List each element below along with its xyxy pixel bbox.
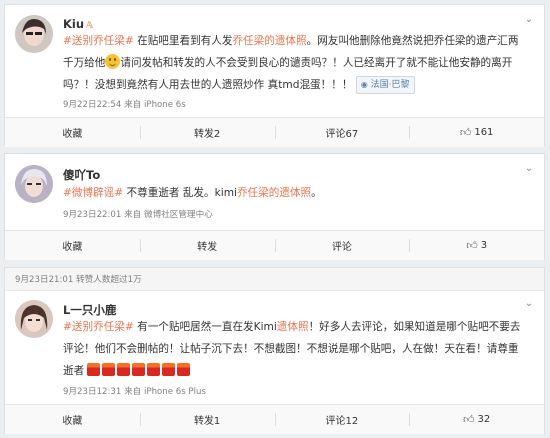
- favorite-label: 收藏: [62, 129, 83, 140]
- repost-button[interactable]: 转发2: [139, 118, 275, 147]
- favorite-label: 收藏: [62, 416, 83, 427]
- keyword-link-2[interactable]: 遗体照: [275, 35, 307, 47]
- post-meta: 9月22日22:54 来自 iPhone 6s: [63, 100, 186, 110]
- like-count: 32: [477, 414, 491, 425]
- favorite-button[interactable]: 收藏: [5, 231, 140, 260]
- hot-post-info: 9月23日21:01 转赞人数超过1万: [15, 275, 142, 285]
- smile-emoji-icon: [105, 54, 121, 69]
- text-segment: ！好多人去评论，如果知道是哪个贴吧不要去: [308, 321, 521, 333]
- location-label: 法国·巴黎: [370, 80, 410, 90]
- comment-button[interactable]: 评论: [274, 231, 410, 260]
- avatar-image: [15, 15, 53, 53]
- repost-button[interactable]: 转发1: [139, 405, 275, 434]
- thumbs-up-icon: 👍︎: [463, 413, 475, 426]
- repost-label: 转发2: [193, 129, 221, 140]
- topic-tag[interactable]: #送别乔任梁#: [63, 321, 134, 333]
- favorite-button[interactable]: 收藏: [5, 405, 140, 434]
- repost-label: 转发1: [193, 416, 221, 427]
- repost-label: 转发: [197, 242, 218, 253]
- hot-post-header: 9月23日21:01 转赞人数超过1万: [5, 268, 544, 291]
- like-button[interactable]: 👍︎ 32: [409, 405, 544, 434]
- post-text: #送别乔任梁# 在贴吧里看到有人发乔任梁的遗体照。网友叫他删除他竟然说把乔任梁的…: [63, 30, 537, 96]
- text-segment: 不尊重逝者 乱发。kimi: [123, 187, 237, 199]
- text-segment: 在贴吧里看到有人发: [133, 35, 233, 47]
- text-segment: 千万给他: [63, 57, 106, 69]
- post-meta: 9月23日22:01 来自 微博社区管理中心: [63, 210, 213, 220]
- like-count: 3: [480, 240, 488, 251]
- post-line-3: 吗？！没想到竟然有人用去世的人遗照炒作 真tmd混蛋！！！ ◉ 法国·巴黎: [63, 74, 537, 96]
- candle-icon: [162, 363, 176, 376]
- avatar[interactable]: [15, 300, 53, 338]
- post-line-1: #送别乔任梁# 在贴吧里看到有人发乔任梁的遗体照。网友叫他删除他竟然说把乔任梁的…: [63, 30, 537, 52]
- repost-button[interactable]: 转发: [139, 231, 275, 260]
- candle-icon: [117, 363, 131, 376]
- candle-icon: [147, 363, 161, 376]
- post-meta: 9月23日12:31 来自 iPhone 6s Plus: [63, 387, 206, 397]
- post-line-2: 千万给他 请问发帖和转发的人不会受到良心的谴责吗？！人已经离开了就不能让他安静的离…: [63, 52, 537, 74]
- chevron-down-icon[interactable]: ⌄: [522, 164, 536, 174]
- topic-tag[interactable]: #微博辟谣#: [63, 187, 123, 199]
- action-bar: 收藏 转发2 评论67 👍︎ 161: [5, 117, 544, 147]
- location-pin-icon: ◉: [360, 80, 368, 89]
- favorite-button[interactable]: 收藏: [5, 118, 140, 147]
- like-button[interactable]: 👍︎ 161: [409, 118, 544, 147]
- candle-emoji-group: [87, 363, 192, 377]
- comment-label: 评论: [331, 242, 352, 253]
- chevron-down-icon[interactable]: ⌄: [522, 15, 536, 25]
- comment-label: 评论12: [325, 416, 359, 427]
- favorite-label: 收藏: [62, 242, 83, 253]
- candle-icon: [177, 363, 191, 376]
- thumbs-up-icon: 👍︎: [466, 239, 478, 252]
- thumbs-up-icon: 👍︎: [459, 126, 472, 139]
- post-text: #微博辟谣# 不尊重逝者 乱发。kimi乔任梁的遗体照。: [63, 182, 537, 204]
- candle-icon: [87, 363, 101, 376]
- like-button[interactable]: 👍︎ 3: [409, 231, 544, 260]
- post-text: #送别乔任梁# 有一个贴吧居然一直在发Kimi遗体照！好多人去评论，如果知道是哪…: [63, 316, 537, 382]
- post-line-2: 评论！他们不会删帖的！让帖子沉下去！不想截图！不想说是哪个贴吧，人在做！天在看！…: [63, 343, 519, 355]
- weibo-post-3: 9月23日21:01 转赞人数超过1万 ⌄ L一只小鹿 #送别乔任梁# 有一个贴…: [4, 267, 545, 434]
- topic-tag[interactable]: #送别乔任梁#: [63, 35, 134, 47]
- post-line-3: 逝者: [63, 360, 537, 382]
- text-segment: 有一个贴吧居然一直在发Kimi: [133, 321, 277, 333]
- candle-icon: [102, 363, 116, 376]
- location-tag[interactable]: ◉ 法国·巴黎: [355, 76, 415, 94]
- action-bar: 收藏 转发1 评论12 👍︎ 32: [5, 404, 544, 434]
- text-segment: 吗？！没想到竟然有人用去世的人遗照炒作 真tmd混蛋！！！: [63, 79, 353, 91]
- comment-button[interactable]: 评论67: [274, 118, 410, 147]
- text-segment: 逝者: [63, 365, 85, 377]
- keyword-link[interactable]: 乔任梁的遗体照: [237, 187, 311, 199]
- avatar[interactable]: [15, 15, 53, 53]
- like-count: 161: [474, 127, 494, 138]
- avatar-image: [15, 300, 53, 338]
- comment-button[interactable]: 评论12: [274, 405, 410, 434]
- keyword-link[interactable]: 遗体照: [277, 321, 309, 333]
- keyword-link[interactable]: 乔任梁的: [232, 35, 274, 47]
- action-bar: 收藏 转发 评论 👍︎ 3: [5, 230, 544, 260]
- text-segment: 。网友叫他删除他竟然说把乔任梁的遗产汇两: [306, 35, 519, 47]
- user-name[interactable]: 傻吖To: [63, 167, 100, 183]
- comment-label: 评论67: [325, 129, 359, 140]
- avatar-image: [15, 165, 53, 203]
- weibo-post-1: ⌄ Kiu 𝔸 #送别乔任梁# 在贴吧里看到有人发乔任梁的遗体照。网友叫他删除他竟…: [4, 4, 545, 147]
- avatar[interactable]: [15, 165, 53, 203]
- user-name[interactable]: Kiu 𝔸: [63, 17, 93, 31]
- weibo-post-2: ⌄ 傻吖To #微博辟谣# 不尊重逝者 乱发。kimi乔任梁的遗体照。 9月23…: [4, 153, 545, 260]
- candle-icon: [132, 363, 146, 376]
- text-segment: 。: [311, 187, 322, 199]
- chevron-down-icon[interactable]: ⌄: [522, 299, 536, 309]
- post-line-1: #送别乔任梁# 有一个贴吧居然一直在发Kimi遗体照！好多人去评论，如果知道是哪…: [63, 316, 537, 338]
- text-segment: 请问发帖和转发的人不会受到良心的谴责吗？！人已经离开了就不能让他安静的离开: [120, 57, 513, 69]
